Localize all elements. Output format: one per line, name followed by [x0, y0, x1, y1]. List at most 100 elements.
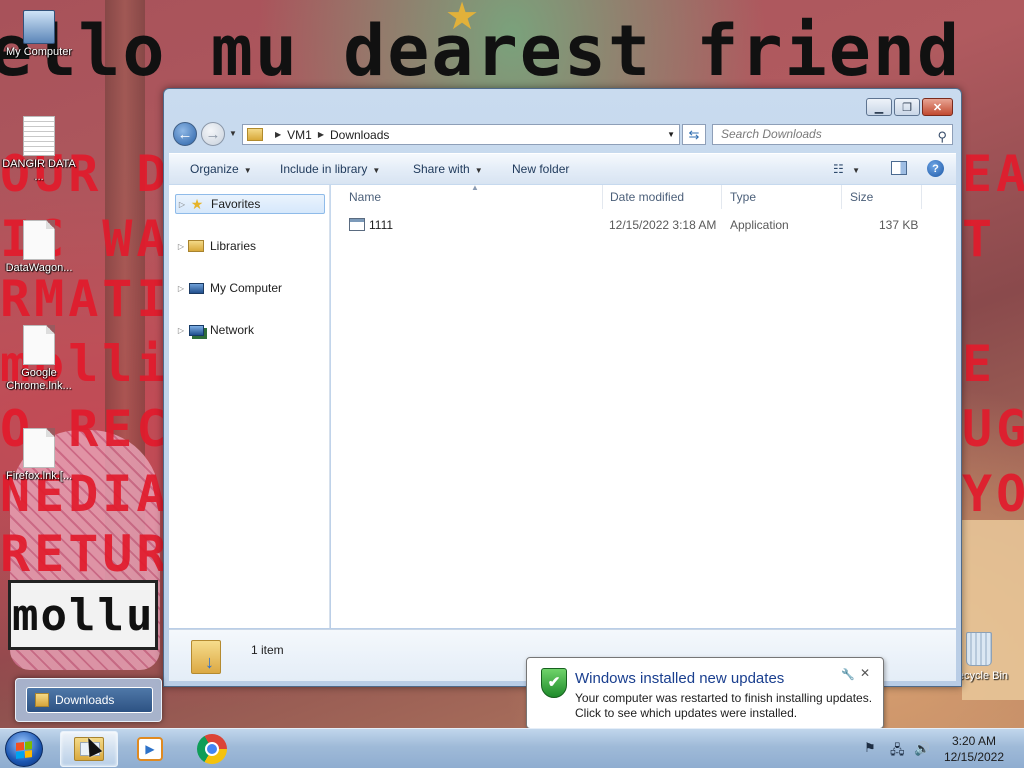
- nav-item-my-computer[interactable]: ▷ My Computer: [175, 278, 325, 298]
- close-icon: ✕: [860, 666, 871, 680]
- column-header-type[interactable]: Type: [722, 185, 842, 209]
- window-controls: ▁ ❐ ✕: [866, 98, 953, 116]
- table-row[interactable]: 1111 12/15/2022 3:18 AM Application 137 …: [341, 215, 941, 235]
- windows-logo-icon: [16, 741, 32, 759]
- restore-icon: ❐: [902, 101, 912, 114]
- refresh-button[interactable]: ⇆: [682, 124, 706, 145]
- taskbar: ▶ ⚑ 🖧 🔊 3:20 AM 12/15/2022: [0, 728, 1024, 768]
- address-dropdown-icon[interactable]: ▼: [667, 130, 675, 139]
- desktop-icon-dangir-data[interactable]: DANGIR DATA ...: [0, 116, 78, 184]
- document-icon: [23, 220, 55, 260]
- clock-date: 12/15/2022: [943, 750, 1005, 764]
- search-icon[interactable]: ⚲: [937, 127, 947, 146]
- nav-item-favorites[interactable]: ▷ ★ Favorites: [175, 194, 325, 214]
- nav-item-network[interactable]: ▷ Network: [175, 320, 325, 340]
- help-icon: ?: [932, 162, 939, 175]
- nav-item-label: Libraries: [210, 239, 257, 253]
- search-input[interactable]: Search Downloads ⚲: [712, 124, 953, 145]
- forward-button[interactable]: →: [201, 122, 225, 146]
- new-folder-label: New folder: [512, 162, 570, 176]
- command-bar: Organize ▼ Include in library ▼ Share with…: [169, 153, 956, 184]
- document-icon: [23, 428, 55, 468]
- notification-title: Windows installed new updates: [575, 670, 785, 687]
- folder-icon: [247, 128, 263, 141]
- include-in-library-button[interactable]: Include in library ▼: [280, 162, 380, 176]
- close-button[interactable]: ✕: [922, 98, 953, 116]
- breadcrumb-vm1[interactable]: VM1: [287, 128, 312, 142]
- file-size: 137 KB: [879, 218, 919, 232]
- volume-icon[interactable]: 🔊: [914, 741, 930, 757]
- help-button[interactable]: ?: [927, 160, 944, 177]
- text-document-icon: [23, 116, 55, 156]
- thumbnail-label: Downloads: [55, 693, 115, 707]
- chevron-down-icon: ▼: [474, 166, 483, 175]
- action-center-flag-icon[interactable]: ⚑: [864, 740, 876, 756]
- address-bar[interactable]: ▶ VM1 ▶ Downloads ▼: [242, 124, 680, 145]
- expand-arrow-icon[interactable]: ▷: [175, 326, 187, 335]
- taskbar-media-player-button[interactable]: ▶: [121, 731, 179, 767]
- column-header-size[interactable]: Size: [842, 185, 922, 209]
- column-header-label: Name: [349, 190, 382, 204]
- desktop-icon-label: Firefox.lnk.[...: [5, 470, 73, 482]
- change-view-button[interactable]: ☷ ▼: [833, 162, 860, 176]
- desktop-icon-my-computer[interactable]: My Computer: [0, 10, 78, 59]
- preview-pane-button[interactable]: [891, 161, 907, 175]
- desktop-icon-label: DANGIR DATA ...: [2, 158, 76, 183]
- breadcrumb-chevron-icon[interactable]: ▶: [318, 130, 324, 139]
- breadcrumb-chevron-icon[interactable]: ▶: [275, 130, 281, 139]
- system-clock[interactable]: 3:20 AM 12/15/2022: [936, 733, 1012, 765]
- organize-label: Organize: [190, 162, 239, 176]
- chevron-down-icon: ▼: [852, 166, 861, 175]
- nav-item-libraries[interactable]: ▷ Libraries: [175, 236, 325, 256]
- expand-arrow-icon[interactable]: ▷: [175, 284, 187, 293]
- network-icon: [187, 323, 205, 337]
- chevron-down-icon: ▼: [372, 166, 381, 175]
- include-in-library-label: Include in library: [280, 162, 368, 176]
- wallpaper-sign: [8, 580, 158, 650]
- downloads-folder-icon: ↓: [191, 636, 225, 674]
- column-header-label: Date modified: [610, 190, 685, 204]
- explorer-window[interactable]: ▁ ❐ ✕ ← → ▼ ▶ VM1 ▶ Downloads ▼ ⇆ Search…: [163, 88, 962, 687]
- search-placeholder: Search Downloads: [721, 127, 822, 141]
- start-button[interactable]: [5, 731, 43, 767]
- breadcrumb-downloads[interactable]: Downloads: [330, 128, 389, 142]
- column-header-name[interactable]: ▲ Name: [341, 183, 603, 209]
- new-folder-button[interactable]: New folder: [512, 162, 569, 176]
- wallpaper-star-icon: ★: [445, 0, 480, 38]
- share-with-label: Share with: [413, 162, 470, 176]
- network-tray-icon[interactable]: 🖧: [890, 741, 905, 763]
- star-icon: ★: [190, 195, 204, 212]
- share-with-button[interactable]: Share with ▼: [413, 162, 483, 176]
- column-header-label: Size: [850, 190, 874, 204]
- wrench-icon[interactable]: 🔧: [841, 668, 855, 681]
- wallpaper-text: T: [962, 210, 997, 268]
- desktop-icon-label: DataWagon...: [5, 262, 73, 274]
- desktop-icon-firefox-lnk[interactable]: Firefox.lnk.[...: [0, 428, 78, 483]
- back-button[interactable]: ←: [173, 122, 197, 146]
- nav-item-label: My Computer: [210, 281, 283, 295]
- column-header-date-modified[interactable]: Date modified: [602, 185, 722, 209]
- organize-button[interactable]: Organize ▼: [190, 162, 252, 176]
- expand-arrow-icon[interactable]: ▷: [175, 242, 187, 251]
- expand-arrow-icon[interactable]: ▷: [176, 200, 188, 209]
- recycle-bin-icon: [966, 632, 992, 666]
- recent-pages-dropdown[interactable]: ▼: [229, 129, 237, 138]
- thumbnail-item-downloads[interactable]: Downloads: [26, 687, 153, 713]
- desktop-icon-google-chrome-lnk[interactable]: Google Chrome.lnk...: [0, 325, 78, 393]
- computer-icon: [23, 10, 55, 44]
- desktop-icon-datawagon[interactable]: DataWagon...: [0, 220, 78, 275]
- nav-item-label: Network: [210, 323, 255, 337]
- clock-time: 3:20 AM: [951, 734, 997, 748]
- notification-close-button[interactable]: ✕: [860, 666, 870, 680]
- notification-text: Click to see which updates were installe…: [575, 706, 798, 720]
- minimize-button[interactable]: ▁: [866, 98, 892, 116]
- update-notification[interactable]: ✔ Windows installed new updates Your com…: [526, 657, 884, 729]
- navigation-pane: ▷ ★ Favorites ▷ Libraries ▷ My Computer …: [169, 185, 330, 628]
- taskbar-thumbnail[interactable]: Downloads: [15, 678, 162, 722]
- file-type: Application: [730, 218, 789, 232]
- column-header-label: Type: [730, 190, 757, 204]
- taskbar-chrome-button[interactable]: [183, 731, 241, 767]
- restore-button[interactable]: ❐: [894, 98, 920, 116]
- file-date-modified: 12/15/2022 3:18 AM: [609, 218, 717, 232]
- wallpaper-text: EA: [962, 145, 1024, 203]
